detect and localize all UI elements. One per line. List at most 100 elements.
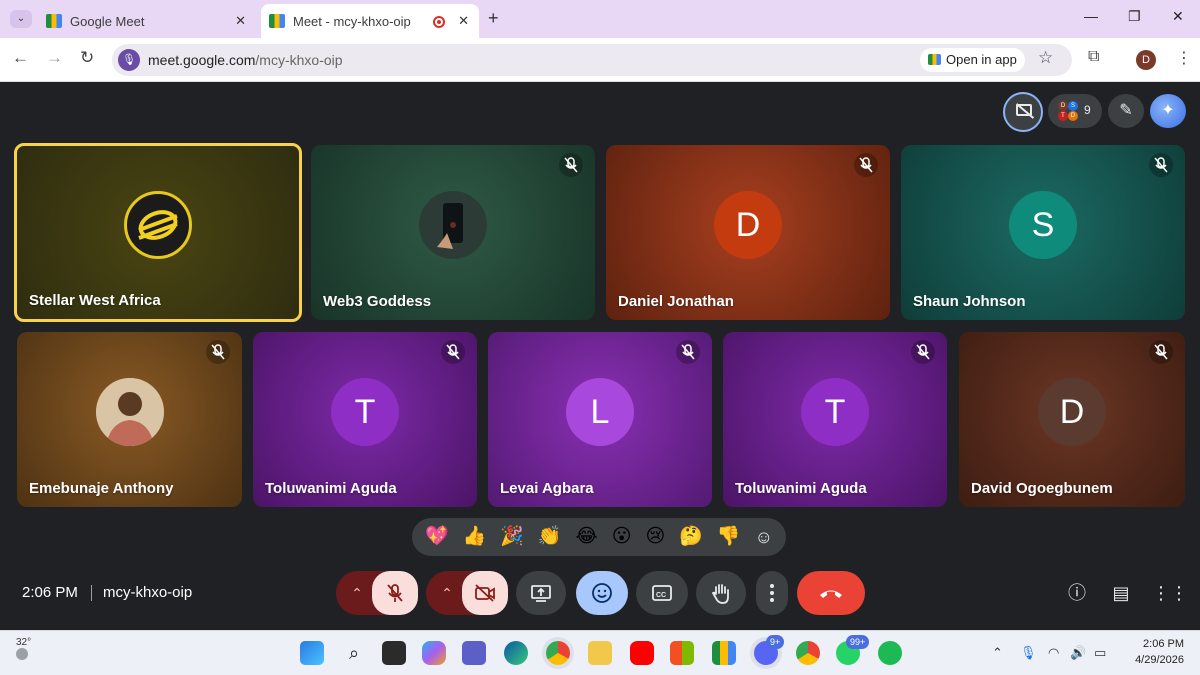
stellar-logo-avatar (124, 190, 192, 259)
participant-tile[interactable]: Emebunaje Anthony (17, 332, 242, 507)
weather-widget[interactable]: 32° (16, 637, 31, 660)
initial-avatar: D (714, 190, 782, 259)
video-options-chevron-icon[interactable]: ⌃ (428, 571, 466, 615)
camera-off-toggle[interactable] (1003, 92, 1043, 132)
reaction-laughing[interactable]: 😂 (576, 518, 598, 556)
raise-hand-icon (711, 584, 729, 604)
close-tab-icon[interactable]: ✕ (458, 13, 469, 29)
send-reaction-button[interactable] (576, 571, 628, 615)
profile-avatar[interactable]: D (1136, 50, 1156, 70)
windows-taskbar: 32° ⌕ 9+ 99+ ⌃ 🎙 ◠ 🔊 ▭ 2:06 PM 4/29/2026 (0, 630, 1200, 675)
tab-title: Google Meet (70, 13, 145, 29)
muted-mic-icon (911, 340, 935, 364)
captions-button[interactable]: CC (636, 571, 688, 615)
camera-toggle-button[interactable] (462, 571, 508, 615)
reaction-thumbs-up[interactable]: 👍 (463, 518, 487, 556)
microphone-icon[interactable]: 🎙 (118, 49, 140, 71)
leave-call-button[interactable] (797, 571, 865, 615)
reaction-sad[interactable]: 😢 (646, 518, 666, 556)
battery-icon[interactable]: ▭ (1094, 645, 1106, 661)
reactions-bar: 💖 👍 🎉 👏 😂 😮 😢 🤔 👎 ☺ (412, 518, 786, 556)
present-screen-button[interactable] (516, 571, 566, 615)
add-reaction-icon[interactable]: ☺ (755, 518, 773, 556)
participant-name: Toluwanimi Aguda (735, 480, 867, 497)
reaction-surprised[interactable]: 😮 (612, 518, 632, 556)
reaction-party-popper[interactable]: 🎉 (500, 518, 524, 556)
youtube-icon[interactable] (630, 641, 654, 665)
audio-options-chevron-icon[interactable]: ⌃ (338, 571, 376, 615)
teams-icon[interactable] (462, 641, 486, 665)
more-options-button[interactable] (756, 571, 788, 615)
meeting-info-icon[interactable]: ⓘ (1064, 580, 1090, 606)
volume-icon[interactable]: 🔊 (1070, 645, 1086, 661)
participant-tile[interactable]: S Shaun Johnson (901, 145, 1185, 320)
activities-grid-icon[interactable]: ⋮⋮ (1152, 580, 1188, 606)
raise-hand-button[interactable] (696, 571, 746, 615)
mic-toggle-button[interactable] (372, 571, 418, 615)
microphone-in-use-icon[interactable]: 🎙 (1020, 645, 1037, 661)
discord-badge: 9+ (766, 635, 785, 649)
chat-icon[interactable]: ▤ (1108, 580, 1134, 606)
participants-button[interactable]: D S T D 9 (1048, 94, 1102, 128)
reaction-sparkling-heart[interactable]: 💖 (425, 518, 449, 556)
reaction-thumbs-down[interactable]: 👎 (717, 518, 741, 556)
task-view-icon[interactable] (382, 641, 406, 665)
participant-name: David Ogoegbunem (971, 480, 1113, 497)
chrome-profile-icon[interactable] (796, 641, 820, 665)
participant-tile[interactable]: T Toluwanimi Aguda (253, 332, 477, 507)
restore-icon[interactable]: ❐ (1128, 8, 1141, 25)
url-text[interactable]: meet.google.com/mcy-khxo-oip (148, 52, 343, 68)
extensions-icon[interactable]: ⧉ (1088, 48, 1099, 66)
muted-mic-icon (441, 340, 465, 364)
reload-icon[interactable]: ↻ (80, 48, 94, 68)
wifi-icon[interactable]: ◠ (1048, 645, 1059, 661)
tab-google-meet[interactable]: Google Meet ✕ (38, 4, 256, 38)
emoji-icon (592, 583, 612, 603)
google-meet-favicon (46, 14, 62, 28)
participant-mini-avatar: D (1068, 111, 1078, 121)
close-tab-icon[interactable]: ✕ (235, 13, 246, 29)
reaction-clapping[interactable]: 👏 (538, 518, 562, 556)
reaction-thinking[interactable]: 🤔 (679, 518, 703, 556)
browser-toolbar: ← → ↻ 🎙 meet.google.com/mcy-khxo-oip Ope… (0, 38, 1200, 82)
open-in-app-button[interactable]: Open in app (920, 48, 1025, 72)
tab-search-button[interactable]: ⌄ (10, 10, 32, 28)
participant-tile[interactable]: L Levai Agbara (488, 332, 712, 507)
meeting-time: 2:06 PM (22, 584, 78, 601)
participant-tile[interactable]: Web3 Goddess (311, 145, 595, 320)
google-meet-icon[interactable] (712, 641, 736, 665)
participant-tile[interactable]: T Toluwanimi Aguda (723, 332, 947, 507)
meeting-code: mcy-khxo-oip (103, 584, 193, 601)
participant-tile[interactable]: Stellar West Africa (14, 143, 302, 322)
tab-meet-call[interactable]: Meet - mcy-khxo-oip ✕ (261, 4, 479, 38)
mic-control-group: ⌃ (336, 571, 418, 615)
participant-tile[interactable]: D David Ogoegbunem (959, 332, 1185, 507)
file-explorer-icon[interactable] (588, 641, 612, 665)
microsoft-store-icon[interactable] (670, 641, 694, 665)
close-window-icon[interactable]: ✕ (1172, 8, 1184, 25)
edge-icon[interactable] (504, 641, 528, 665)
divider (91, 585, 92, 601)
back-arrow-icon[interactable]: ← (12, 48, 29, 68)
search-icon[interactable]: ⌕ (342, 641, 366, 665)
system-clock[interactable]: 2:06 PM 4/29/2026 (1135, 636, 1184, 668)
forward-arrow-icon[interactable]: → (46, 48, 63, 68)
new-tab-button[interactable]: + (488, 8, 499, 29)
copilot-icon[interactable] (422, 641, 446, 665)
participant-tile[interactable]: D Daniel Jonathan (606, 145, 890, 320)
windows-start-icon[interactable] (300, 641, 324, 665)
minimize-icon[interactable]: — (1084, 8, 1098, 24)
muted-mic-icon (206, 340, 230, 364)
muted-mic-icon (676, 340, 700, 364)
gemini-sparkle-icon[interactable]: ✦ (1150, 94, 1186, 128)
chrome-icon[interactable] (546, 641, 570, 665)
show-hidden-icons-chevron-icon[interactable]: ⌃ (992, 645, 1003, 661)
clock-time: 2:06 PM (1143, 638, 1184, 650)
bookmark-star-icon[interactable]: ☆ (1038, 48, 1053, 68)
address-bar[interactable]: 🎙 meet.google.com/mcy-khxo-oip Open in a… (112, 44, 1072, 76)
browser-menu-icon[interactable]: ⋮ (1176, 48, 1192, 68)
edit-pen-icon[interactable]: ✎ (1108, 94, 1144, 128)
participant-name: Emebunaje Anthony (29, 480, 174, 497)
spotify-icon[interactable] (878, 641, 902, 665)
initial-avatar: L (566, 377, 634, 446)
